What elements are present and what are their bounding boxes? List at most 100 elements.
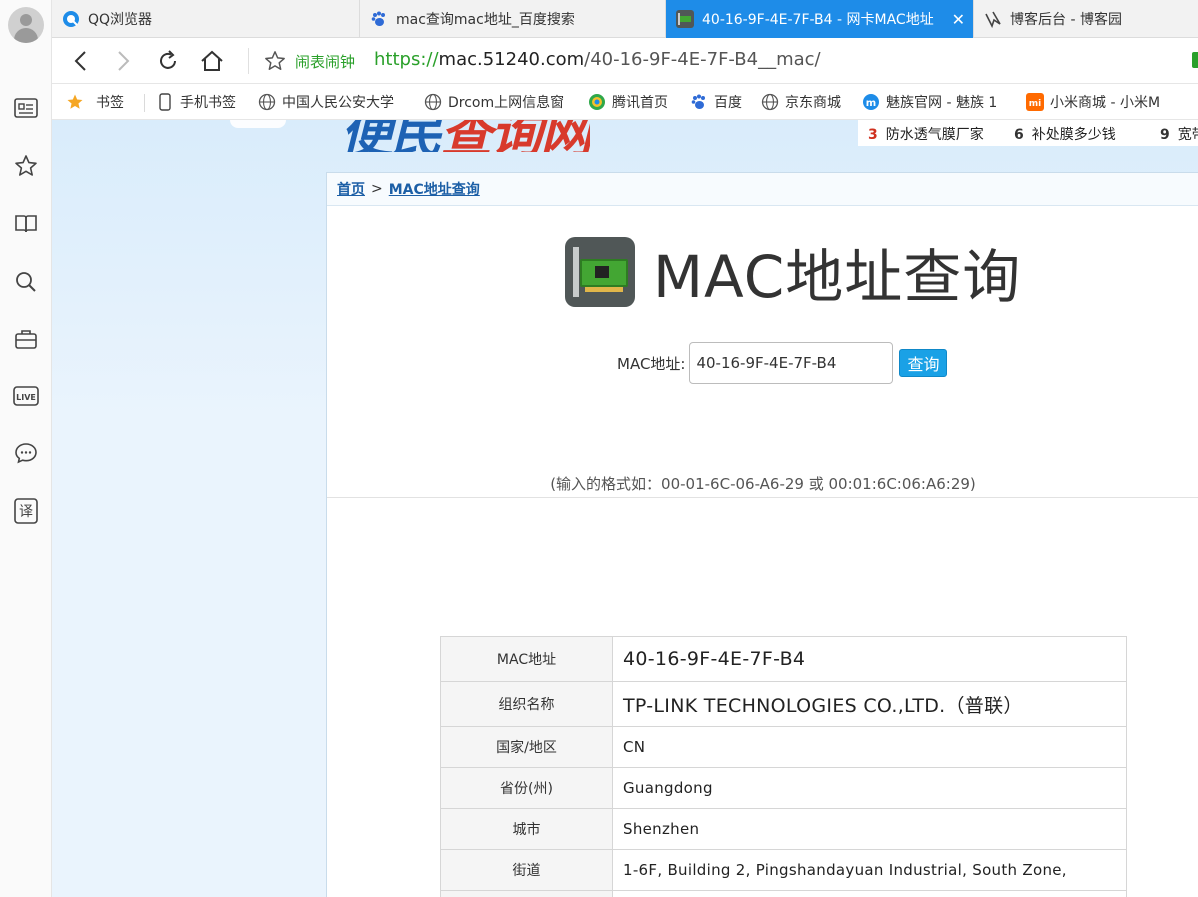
row-key: 城市 <box>440 808 613 850</box>
tab-baidu-search[interactable]: mac查询mac地址_百度搜索 <box>360 0 666 38</box>
breadcrumb-separator: > <box>371 181 383 197</box>
extension-icon[interactable] <box>1192 52 1198 68</box>
bookmark-label: 中国人民公安大学 <box>282 95 394 111</box>
row-key: 邮编 <box>440 890 613 897</box>
bookmark-mobile[interactable]: 手机书签 <box>156 84 236 119</box>
row-value: CN <box>612 726 1127 768</box>
translate-icon[interactable]: 译 <box>12 497 40 525</box>
star-filled-icon <box>66 93 84 111</box>
breadcrumb-home-link[interactable]: 首页 <box>337 179 365 199</box>
breadcrumb-current-link[interactable]: MAC地址查询 <box>389 179 480 199</box>
search-icon[interactable] <box>12 268 40 296</box>
tab-mac-lookup[interactable]: 40-16-9F-4E-7F-B4 - 网卡MAC地址 ✕ <box>666 0 974 38</box>
toolbar-divider <box>248 48 249 74</box>
hot-search-item[interactable]: 6 补处膜多少钱 <box>1014 124 1116 144</box>
row-key: 街道 <box>440 849 613 891</box>
bookmarks-folder[interactable]: 书签 <box>66 84 124 119</box>
hot-rank: 6 <box>1014 127 1024 143</box>
alarm-clock-link[interactable]: 闹表闹钟 <box>295 51 355 72</box>
bookmark-label: 手机书签 <box>180 95 236 111</box>
main-content: 首页 > MAC地址查询 MAC地址查询 MAC地址: 查询 (输入的格式如：0… <box>326 172 1198 897</box>
tab-title: 博客后台 - 博客园 <box>1010 12 1122 28</box>
bookmark-label: 京东商城 <box>785 95 841 111</box>
avatar-body-shape <box>14 28 38 43</box>
row-value: Guangdong <box>612 767 1127 809</box>
home-button[interactable] <box>198 47 226 75</box>
forward-button[interactable] <box>110 47 138 75</box>
logo-part-1: 便民 <box>340 120 442 152</box>
table-row: MAC地址 40-16-9F-4E-7F-B4 <box>440 636 1127 682</box>
table-row: 城市 Shenzhen <box>440 808 1127 850</box>
card-pins-shape <box>585 287 623 292</box>
toolbox-icon[interactable] <box>12 325 40 353</box>
bookmark-baidu[interactable]: 百度 <box>690 84 742 119</box>
bookmark-label: 书签 <box>96 95 124 111</box>
reading-list-icon[interactable] <box>12 94 40 122</box>
url-scheme: https:// <box>374 49 439 70</box>
address-bar[interactable]: https://mac.51240.com/40-16-9F-4E-7F-B4_… <box>374 49 821 70</box>
book-icon[interactable] <box>12 210 40 238</box>
meizu-icon: m <box>862 93 880 111</box>
hot-rank: 3 <box>868 127 878 143</box>
globe-icon <box>424 93 442 111</box>
mac-input-label: MAC地址: <box>617 354 686 373</box>
logo-part-2: 查询网 <box>440 120 591 152</box>
row-key: 国家/地区 <box>440 726 613 768</box>
row-key: 省份(州) <box>440 767 613 809</box>
title-row: MAC地址查询 <box>565 236 1021 311</box>
bookmark-label: Drcom上网信息窗 <box>448 95 565 111</box>
refresh-button[interactable] <box>154 47 182 75</box>
live-icon[interactable]: LIVE <box>12 382 40 410</box>
cnblogs-icon <box>984 10 1002 28</box>
mac-search-form: MAC地址: 查询 <box>617 342 948 384</box>
hot-search-item[interactable]: 3 防水透气膜厂家 <box>868 124 984 144</box>
hot-text: 防水透气膜厂家 <box>885 127 984 143</box>
baidu-paw-icon <box>370 10 388 28</box>
browser-sidebar: LIVE 译 <box>0 0 52 897</box>
bookmark-jd[interactable]: 京东商城 <box>761 84 841 119</box>
bookmark-meizu[interactable]: m 魅族官网 - 魅族 1 <box>862 84 1012 119</box>
back-button[interactable] <box>66 47 94 75</box>
bookmark-label: 小米商城 - 小米M <box>1050 95 1161 111</box>
hot-search-item[interactable]: 9 宽带 <box>1160 124 1198 144</box>
format-hint: (输入的格式如：00-01-6C-06-A6-29 或 00:01:6C:06:… <box>550 475 976 493</box>
bookmark-label: 魅族官网 - 魅族 1 <box>886 95 998 111</box>
phone-icon <box>156 93 174 111</box>
page-title: MAC地址查询 <box>653 243 1022 311</box>
add-favorite-star-icon[interactable] <box>264 50 286 72</box>
bookmark-drcom[interactable]: Drcom上网信息窗 <box>424 84 565 119</box>
row-value: 40-16-9F-4E-7F-B4 <box>612 636 1127 682</box>
bookmark-label: 百度 <box>714 95 742 111</box>
network-card-icon <box>565 237 635 307</box>
cloud-decoration <box>230 120 286 128</box>
svg-text:LIVE: LIVE <box>16 393 36 402</box>
baidu-paw-icon <box>690 93 708 111</box>
tab-title: mac查询mac地址_百度搜索 <box>396 12 575 28</box>
bookmarks-bar: 书签 手机书签 中国人民公安大学 Drcom上网信息窗 腾讯首页 百度 京东商城… <box>52 84 1198 120</box>
bookmark-tencent[interactable]: 腾讯首页 <box>588 84 668 119</box>
row-value: Shenzhen <box>612 808 1127 850</box>
bookmark-xiaomi[interactable]: mi 小米商城 - 小米M <box>1026 84 1172 119</box>
user-avatar[interactable] <box>8 7 44 43</box>
favorites-star-icon[interactable] <box>12 152 40 180</box>
row-key: MAC地址 <box>440 636 613 682</box>
query-button[interactable]: 查询 <box>899 349 948 377</box>
mi-icon: mi <box>1026 93 1044 111</box>
mac-address-input[interactable] <box>689 342 894 384</box>
site-logo[interactable]: 便民查询网 <box>340 120 590 152</box>
tab-title: QQ浏览器 <box>88 12 153 28</box>
row-key: 组织名称 <box>440 681 613 727</box>
tab-cnblogs[interactable]: 博客后台 - 博客园 <box>974 0 1198 38</box>
close-tab-icon[interactable]: ✕ <box>952 10 965 29</box>
hot-text: 宽带 <box>1177 127 1198 143</box>
tab-strip: QQ浏览器 mac查询mac地址_百度搜索 40-16-9F-4E-7F-B4 … <box>52 0 1198 38</box>
chat-bubble-icon[interactable] <box>12 439 40 467</box>
bookmark-ppsuc[interactable]: 中国人民公安大学 <box>258 84 406 119</box>
row-value: 518000 <box>612 890 1127 897</box>
qq-browser-icon <box>62 10 80 28</box>
row-value: 1-6F, Building 2, Pingshandayuan Industr… <box>612 849 1127 891</box>
tab-qq-browser[interactable]: QQ浏览器 <box>52 0 360 38</box>
svg-text:m: m <box>866 98 876 109</box>
globe-icon <box>258 93 276 111</box>
hot-rank: 9 <box>1160 127 1170 143</box>
